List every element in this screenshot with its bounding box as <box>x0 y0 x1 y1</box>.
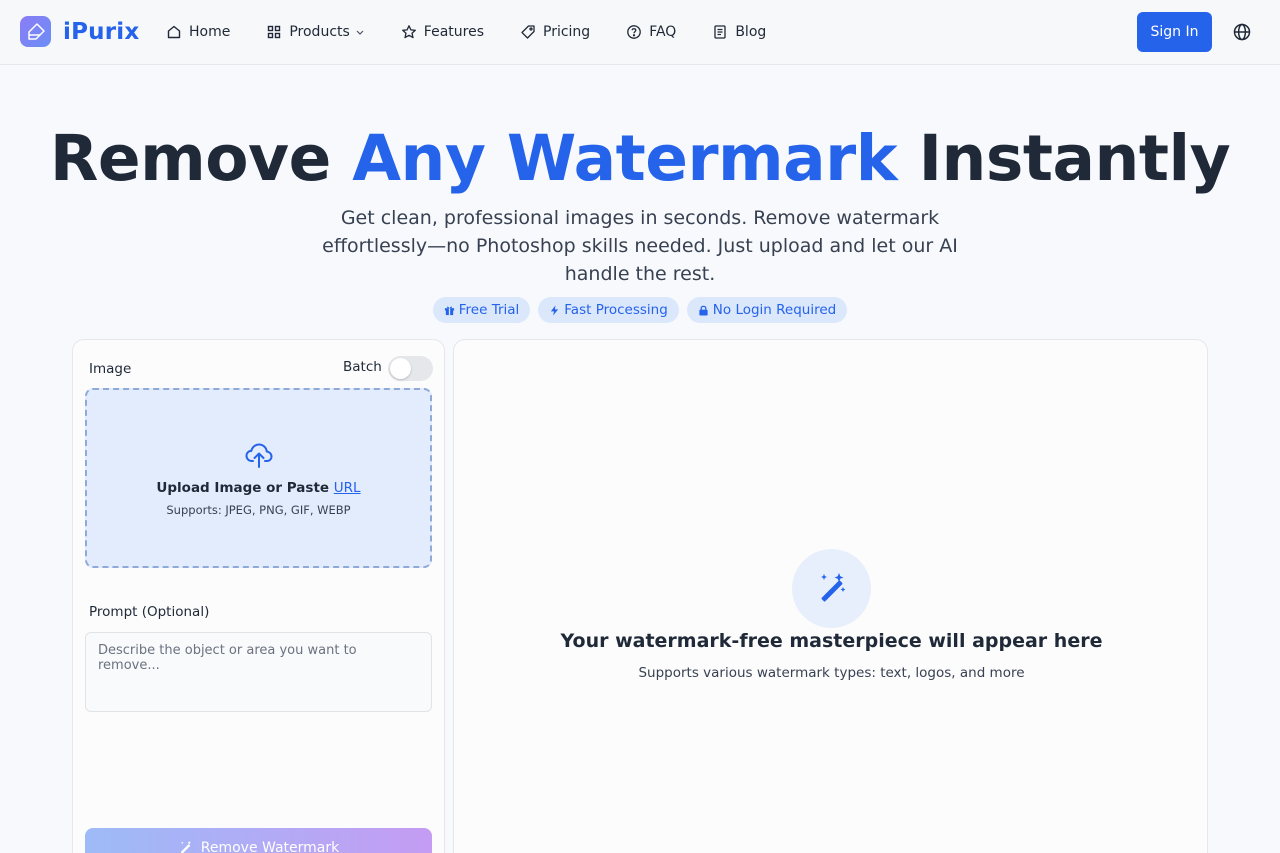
page-title: Remove Any Watermark Instantly <box>0 122 1280 195</box>
chevron-down-icon <box>355 27 365 37</box>
feature-badges: Free Trial Fast Processing No Login Requ… <box>0 297 1280 323</box>
result-placeholder-badge <box>792 549 871 628</box>
upload-panel: Image Batch Upload Image or Paste URL Su… <box>72 339 445 853</box>
star-icon <box>401 24 417 40</box>
cloud-upload-icon <box>244 440 274 470</box>
nav-item-home[interactable]: Home <box>166 24 230 40</box>
nav-label: Products <box>289 24 350 40</box>
badge-label: No Login Required <box>712 302 837 318</box>
badge-fast-processing: Fast Processing <box>538 297 679 323</box>
nav-item-blog[interactable]: Blog <box>712 24 766 40</box>
badge-label: Fast Processing <box>564 302 668 318</box>
result-title: Your watermark-free masterpiece will app… <box>560 630 1103 652</box>
toggle-knob <box>390 358 411 379</box>
main-nav: Home Products Features Pricing FAQ Blog <box>166 0 802 64</box>
remove-watermark-button[interactable]: Remove Watermark <box>85 828 432 853</box>
title-accent: Any Watermark <box>352 122 898 195</box>
supported-formats: Supports: JPEG, PNG, GIF, WEBP <box>166 503 351 517</box>
badge-no-login: No Login Required <box>686 297 848 323</box>
batch-label: Batch <box>343 359 382 375</box>
nav-label: Home <box>189 24 231 40</box>
logo-icon <box>20 16 51 47</box>
bolt-icon <box>549 304 560 316</box>
help-circle-icon <box>626 24 642 40</box>
nav-label: Pricing <box>543 24 591 40</box>
brand-name: iPurix <box>63 18 140 45</box>
batch-toggle[interactable] <box>388 356 433 381</box>
title-part2: Instantly <box>918 122 1231 195</box>
badge-label: Free Trial <box>458 302 520 318</box>
nav-item-features[interactable]: Features <box>401 24 484 40</box>
sign-in-button[interactable]: Sign In <box>1137 12 1212 52</box>
upload-text: Upload Image or Paste <box>156 480 330 496</box>
image-dropzone[interactable]: Upload Image or Paste URL Supports: JPEG… <box>85 388 432 568</box>
magic-wand-icon <box>178 840 193 853</box>
nav-label: Features <box>423 24 484 40</box>
button-label: Remove Watermark <box>200 840 340 853</box>
title-part1: Remove <box>49 122 331 195</box>
document-icon <box>712 24 728 40</box>
nav-label: FAQ <box>649 24 677 40</box>
lock-icon <box>698 305 709 316</box>
tag-icon <box>520 24 536 40</box>
image-label: Image <box>89 361 132 377</box>
grid-icon <box>266 24 282 40</box>
nav-item-faq[interactable]: FAQ <box>626 24 676 40</box>
hero-subtitle: Get clean, professional images in second… <box>322 207 958 285</box>
upload-instructions: Upload Image or Paste URL <box>87 480 430 496</box>
result-panel: Your watermark-free masterpiece will app… <box>453 339 1208 853</box>
nav-label: Blog <box>735 24 767 40</box>
paste-url-link[interactable]: URL <box>334 480 361 496</box>
brand-logo[interactable]: iPurix <box>20 16 139 47</box>
badge-free-trial: Free Trial <box>432 297 531 323</box>
prompt-label: Prompt (Optional) <box>89 604 210 620</box>
nav-item-pricing[interactable]: Pricing <box>520 24 590 40</box>
top-navbar: iPurix Home Products Features Pricing FA… <box>0 0 1280 65</box>
magic-wand-icon <box>815 570 849 608</box>
gift-icon <box>444 305 455 316</box>
nav-item-products[interactable]: Products <box>266 24 364 40</box>
globe-icon[interactable] <box>1232 22 1252 42</box>
home-icon <box>166 24 182 40</box>
prompt-input[interactable] <box>85 632 432 712</box>
result-subtitle: Supports various watermark types: text, … <box>638 665 1025 681</box>
